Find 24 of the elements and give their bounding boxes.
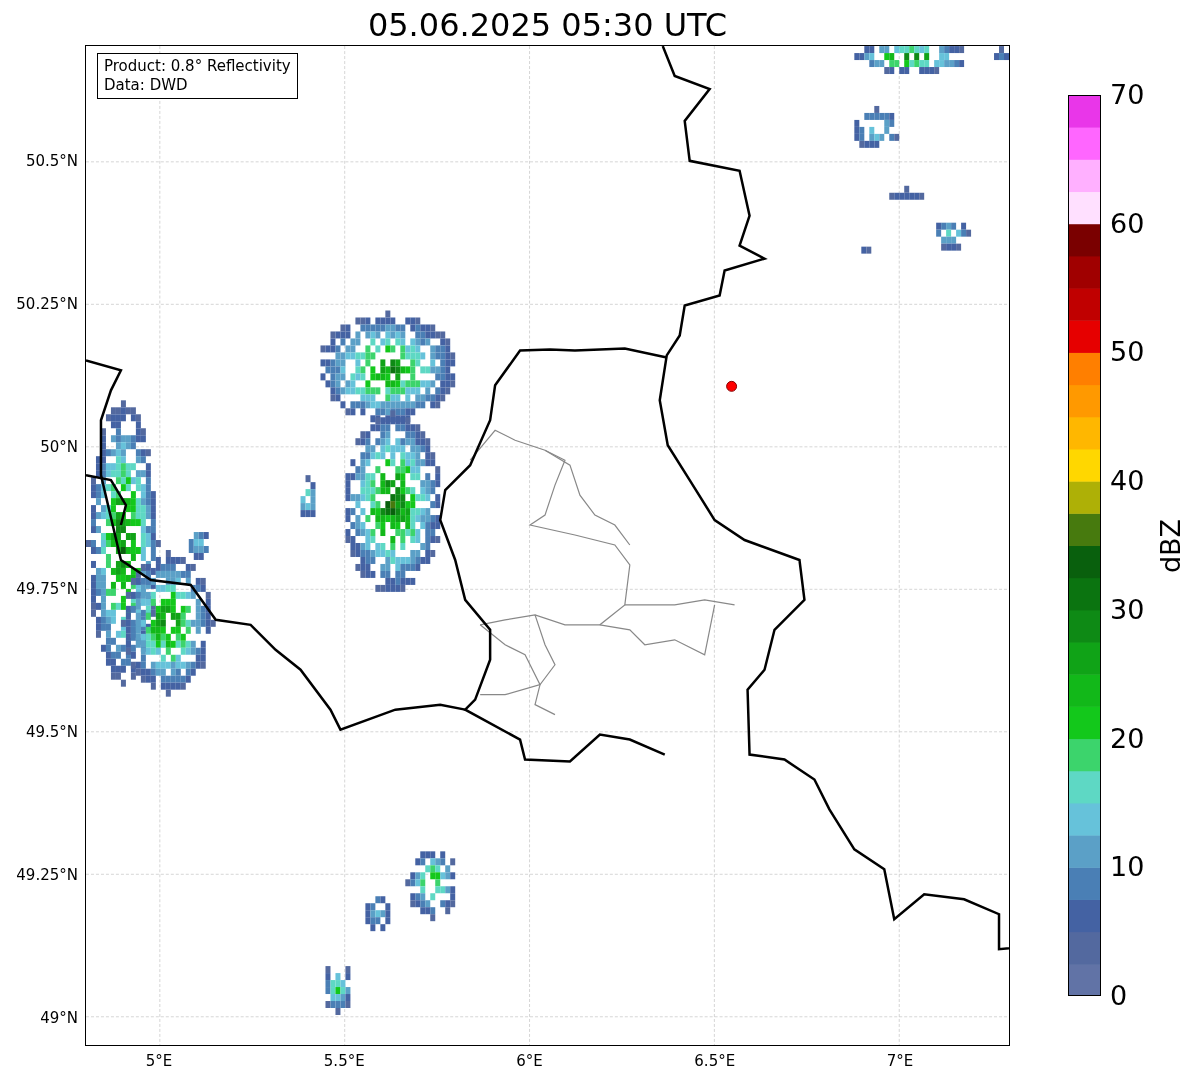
latitude-label: 50.25°N (16, 294, 78, 313)
colorbar-tick-label: 30 (1110, 594, 1145, 625)
colorbar-tick-label: 10 (1110, 852, 1145, 883)
chart-title: 05.06.2025 05:30 UTC (367, 5, 728, 45)
longitude-label: 5.5°E (322, 1052, 366, 1070)
longitude-label: 6°E (515, 1052, 544, 1070)
latitude-label: 49.75°N (16, 580, 78, 599)
longitude-label: 5°E (144, 1052, 174, 1070)
legend-text: Product: 0.8° Reflectivity (104, 57, 291, 76)
latitude-label: 49.25°N (16, 866, 78, 884)
colorbar-tick-label: 70 (1110, 80, 1145, 110)
longitude-label: 6.5°E (693, 1052, 737, 1070)
legend-text: Data: DWD (104, 76, 189, 95)
colorbar-axis-label: dBZ (1156, 518, 1187, 573)
colorbar-tick-label: 0 (1110, 981, 1128, 1011)
colorbar-tick-label: 50 (1110, 337, 1145, 368)
colorbar-tick-label: 60 (1110, 208, 1145, 239)
latitude-label: 49.5°N (25, 723, 78, 742)
colorbar-tick-label: 40 (1110, 466, 1145, 497)
latitude-label: 50.5°N (25, 152, 78, 170)
colorbar-tick-label: 20 (1110, 723, 1145, 754)
longitude-label: 7°E (885, 1052, 915, 1070)
latitude-label: 49°N (40, 1008, 78, 1027)
latitude-label: 50°N (40, 437, 78, 456)
